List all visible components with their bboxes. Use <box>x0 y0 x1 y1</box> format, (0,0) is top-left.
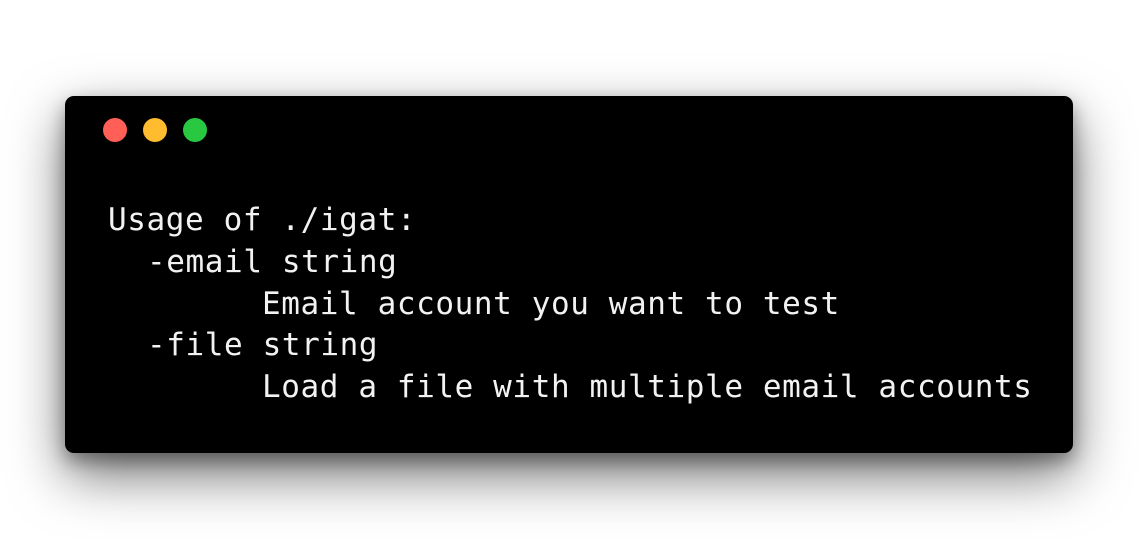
usage-line: Usage of ./igat: <box>108 202 417 238</box>
terminal-output: Usage of ./igat: -email string Email acc… <box>108 200 1033 409</box>
flag-email-line: -email string <box>147 243 398 280</box>
flag-email-description: Email account you want to test <box>262 285 840 322</box>
close-window-button[interactable] <box>103 118 127 142</box>
flag-file-description: Load a file with multiple email accounts <box>262 369 1033 406</box>
maximize-window-button[interactable] <box>183 118 207 142</box>
minimize-window-button[interactable] <box>143 118 167 142</box>
terminal-window: Usage of ./igat: -email string Email acc… <box>65 96 1073 453</box>
flag-file-line: -file string <box>147 327 379 364</box>
